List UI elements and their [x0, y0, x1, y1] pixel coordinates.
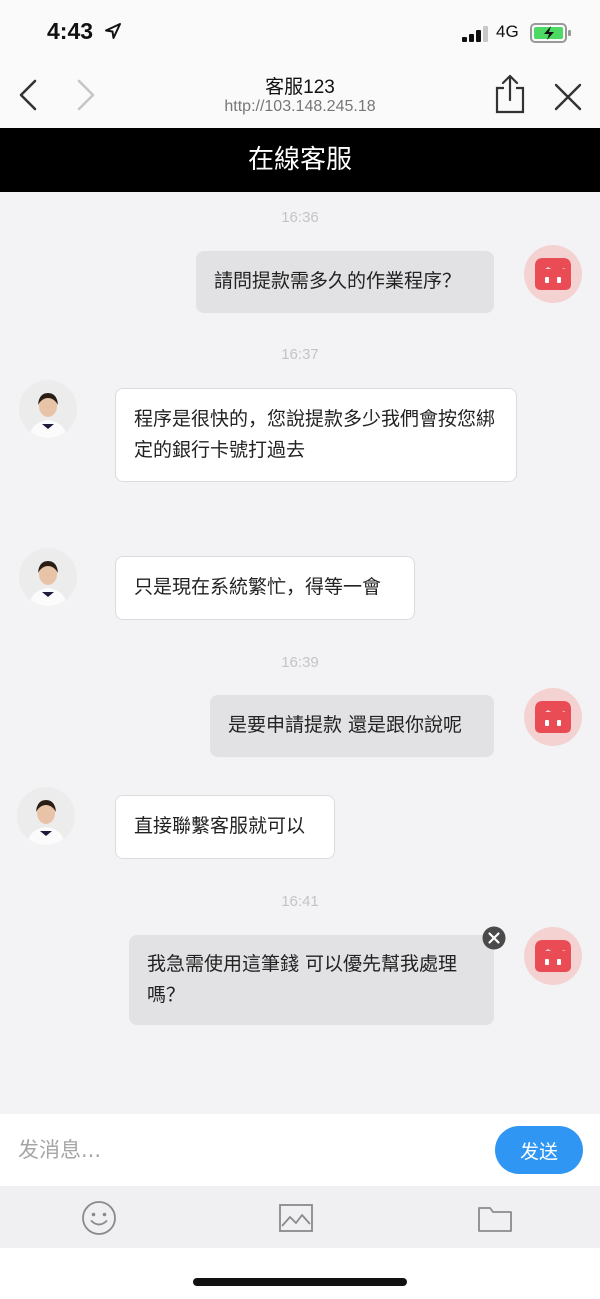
share-icon[interactable]: [494, 74, 526, 114]
message-input-bar: 发送: [0, 1114, 600, 1186]
agent-avatar-icon: [17, 787, 75, 845]
message-timestamp: 16:37: [281, 346, 319, 363]
message-input[interactable]: [18, 1132, 478, 1168]
home-indicator-area: [0, 1248, 600, 1299]
message-timestamp: 16:41: [281, 893, 319, 910]
battery-charging-icon: [530, 23, 571, 43]
outgoing-message: 是要申請提款 還是跟你說呢: [210, 695, 494, 757]
emoji-icon[interactable]: [81, 1200, 117, 1236]
close-icon[interactable]: [553, 82, 583, 112]
user-avatar-icon: [535, 701, 571, 733]
avatar: [524, 927, 582, 985]
avatar: [19, 548, 77, 606]
avatar: [19, 380, 77, 438]
incoming-message: 直接聯繫客服就可以: [115, 795, 335, 859]
home-indicator[interactable]: [193, 1278, 407, 1286]
user-avatar-icon: [535, 258, 571, 290]
message-timestamp: 16:39: [281, 654, 319, 671]
browser-header: 客服123 http://103.148.245.18: [0, 62, 600, 128]
failed-resend-icon[interactable]: [482, 926, 506, 950]
incoming-message: 程序是很快的，您說提款多少我們會按您綁定的銀行卡號打過去: [115, 388, 517, 482]
chat-title: 在線客服: [247, 145, 352, 175]
send-button[interactable]: 发送: [495, 1126, 583, 1174]
folder-icon[interactable]: [476, 1202, 514, 1234]
network-type: 4G: [496, 22, 519, 41]
user-avatar-icon: [535, 940, 571, 972]
chat-title-bar: 在線客服: [0, 128, 600, 192]
attachment-toolbar: [0, 1186, 600, 1248]
agent-avatar-icon: [19, 380, 77, 438]
avatar: [17, 787, 75, 845]
message-timestamp: 16:36: [281, 209, 319, 226]
status-time: 4:43: [47, 18, 94, 44]
image-icon[interactable]: [278, 1202, 314, 1234]
location-arrow-icon: [105, 23, 121, 39]
outgoing-message: 請問提款需多久的作業程序？: [196, 251, 494, 313]
avatar: [524, 688, 582, 746]
outgoing-message: 我急需使用這筆錢 可以優先幫我處理嗎？: [129, 935, 494, 1025]
avatar: [524, 245, 582, 303]
incoming-message: 只是現在系統繁忙，得等一會: [115, 556, 415, 620]
agent-avatar-icon: [19, 548, 77, 606]
signal-bars-icon: [462, 26, 488, 42]
status-bar: 4:43 4G: [0, 0, 600, 62]
